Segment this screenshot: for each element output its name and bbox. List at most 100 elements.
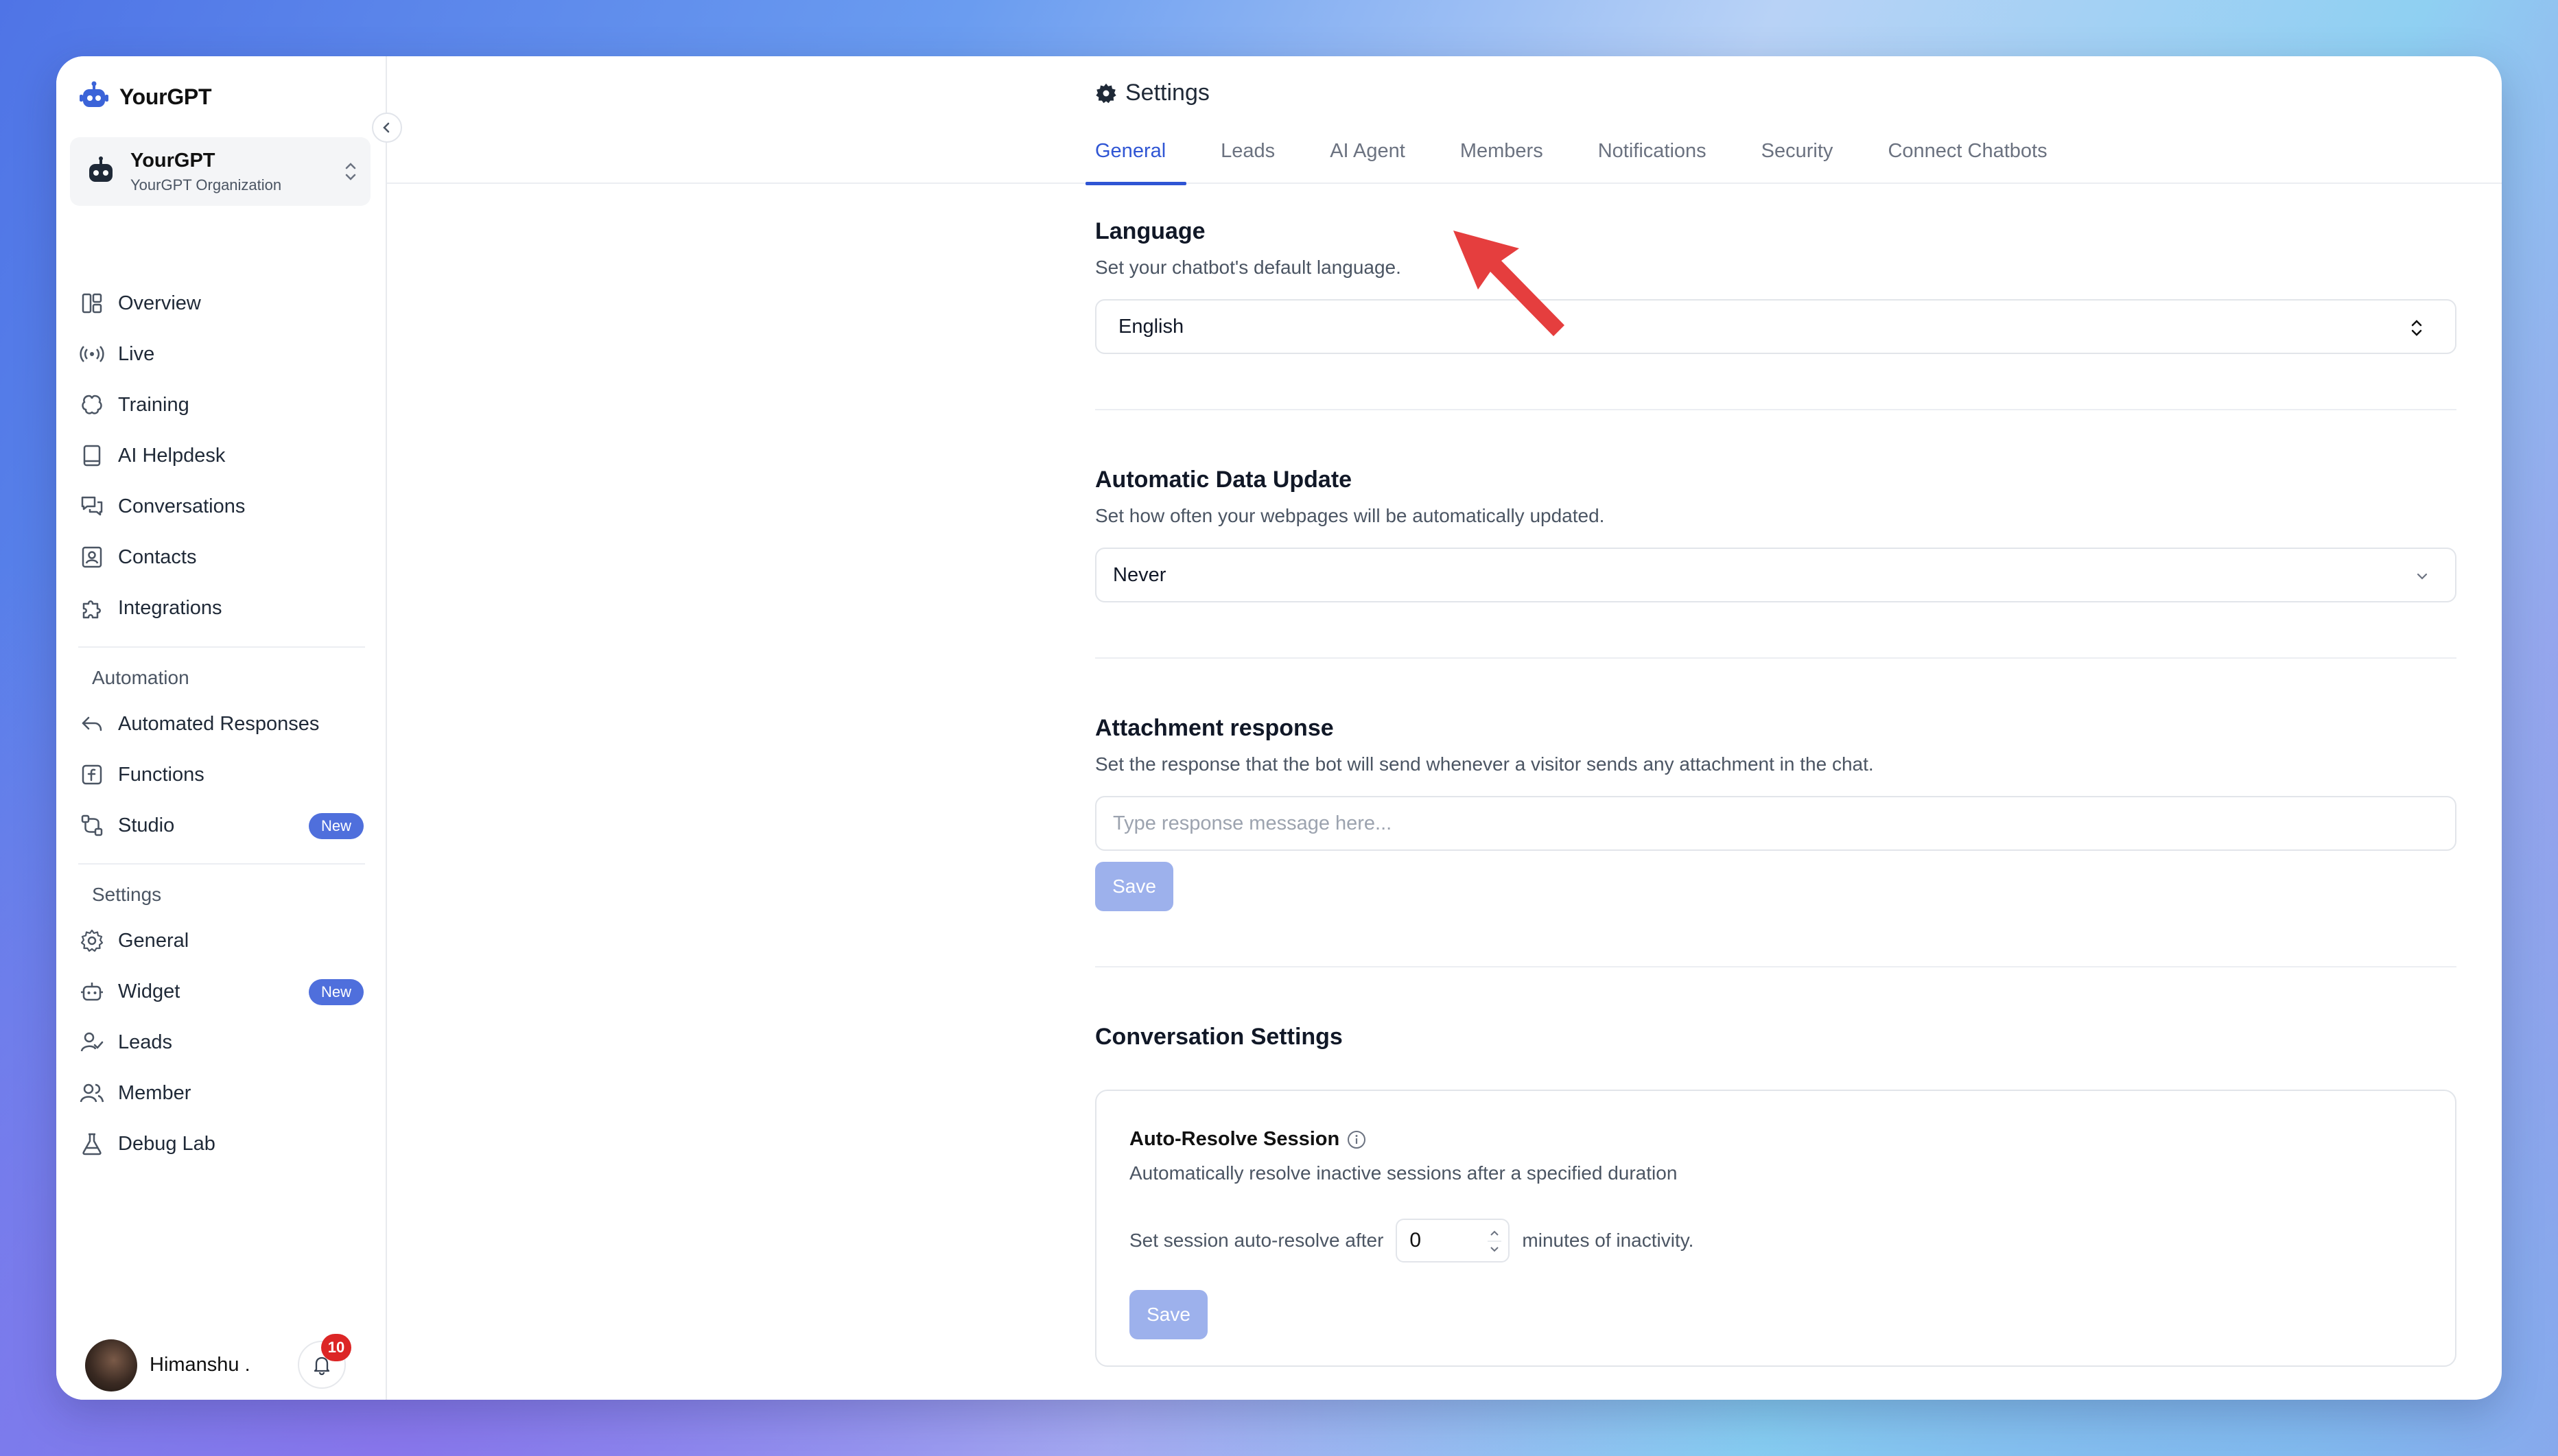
data-update-select[interactable]: Never — [1095, 548, 2456, 602]
settings-tabs: General Leads AI Agent Members Notificat… — [1085, 137, 2102, 185]
sidebar-item-debug-lab[interactable]: Debug Lab — [56, 1123, 387, 1164]
section-divider — [1095, 409, 2456, 410]
data-update-title: Automatic Data Update — [1095, 467, 1352, 493]
broadcast-icon — [80, 346, 104, 362]
data-update-description: Set how often your webpages will be auto… — [1095, 505, 1605, 526]
auto-resolve-prefix: Set session auto-resolve after — [1129, 1230, 1384, 1251]
tab-general[interactable]: General — [1085, 137, 1187, 185]
page-title: Settings — [1095, 80, 1210, 106]
contact-card-icon — [82, 546, 102, 568]
chevron-up-down-icon — [345, 163, 356, 180]
notification-count-badge: 10 — [321, 1334, 351, 1361]
sidebar-item-label: Leads — [118, 1031, 173, 1053]
tab-members[interactable]: Members — [1460, 137, 1543, 184]
tab-connect-chatbots[interactable]: Connect Chatbots — [1888, 137, 2047, 184]
sidebar-item-contacts[interactable]: Contacts — [56, 537, 387, 578]
new-badge: New — [308, 813, 364, 839]
sidebar-item-integrations[interactable]: Integrations — [56, 587, 387, 629]
gear-icon — [1096, 83, 1116, 103]
sidebar-item-functions[interactable]: Functions — [56, 754, 387, 795]
sidebar-item-training[interactable]: Training — [56, 384, 387, 425]
sidebar-item-automated-responses[interactable]: Automated Responses — [56, 703, 387, 744]
avatar[interactable] — [85, 1339, 137, 1392]
auto-resolve-save-button[interactable]: Save — [1129, 1290, 1208, 1339]
app-window: YourGPT YourGPT YourGPT Organization Ove… — [56, 56, 2502, 1400]
tab-leads[interactable]: Leads — [1221, 137, 1275, 184]
sidebar-item-live[interactable]: Live — [56, 333, 387, 375]
organization-switcher[interactable]: YourGPT YourGPT Organization — [70, 137, 371, 206]
auto-resolve-title-text: Auto-Resolve Session — [1129, 1128, 1340, 1150]
auto-resolve-card: Auto-Resolve Session Automatically resol… — [1095, 1090, 2456, 1367]
sidebar-item-member[interactable]: Member — [56, 1072, 387, 1114]
sidebar-item-label: Functions — [118, 764, 204, 786]
sidebar-divider — [78, 646, 365, 648]
tab-notifications[interactable]: Notifications — [1598, 137, 1706, 184]
sidebar-item-label: Studio — [118, 814, 175, 836]
bot-avatar-icon — [84, 155, 117, 188]
brain-icon — [82, 395, 102, 414]
chevron-left-icon — [383, 122, 390, 133]
sidebar-item-label: Member — [118, 1082, 191, 1104]
user-name[interactable]: Himanshu . — [150, 1354, 250, 1376]
chat-bubbles-icon — [81, 496, 103, 516]
sidebar-item-label: General — [118, 930, 189, 952]
sidebar-item-overview[interactable]: Overview — [56, 283, 387, 324]
flask-icon — [82, 1133, 102, 1155]
settings-section-label: Settings — [92, 884, 162, 905]
attachment-response-input[interactable]: Type response message here... — [1095, 796, 2456, 851]
auto-resolve-minutes-value: 0 — [1409, 1229, 1422, 1252]
automation-section-label: Automation — [92, 667, 189, 688]
collapse-sidebar-button[interactable] — [372, 113, 402, 143]
conversation-settings-title: Conversation Settings — [1095, 1024, 1343, 1050]
tab-ai-agent[interactable]: AI Agent — [1330, 137, 1405, 184]
page-header: Settings General Leads AI Agent Members … — [387, 56, 2502, 185]
chevron-up-down-icon — [2411, 320, 2422, 336]
sidebar-item-ai-helpdesk[interactable]: AI Helpdesk — [56, 435, 387, 476]
puzzle-icon — [82, 600, 101, 619]
tab-security[interactable]: Security — [1761, 137, 1833, 184]
reply-icon — [82, 716, 102, 731]
sidebar-item-label: Debug Lab — [118, 1133, 215, 1155]
number-stepper-icon[interactable] — [1486, 1224, 1503, 1258]
gear-icon — [80, 929, 104, 952]
sidebar-item-general[interactable]: General — [56, 920, 387, 961]
sidebar-item-conversations[interactable]: Conversations — [56, 486, 387, 527]
org-name: YourGPT — [130, 149, 215, 172]
main-content: Settings General Leads AI Agent Members … — [387, 56, 2502, 1400]
function-icon — [82, 764, 102, 785]
yourgpt-logo-icon — [80, 81, 108, 107]
language-title: Language — [1095, 218, 1206, 244]
sidebar-item-label: AI Helpdesk — [118, 445, 226, 467]
sidebar-item-label: Automated Responses — [118, 713, 320, 735]
sidebar-item-label: Overview — [118, 292, 201, 314]
sidebar-item-leads[interactable]: Leads — [56, 1022, 387, 1063]
section-divider — [1095, 966, 2456, 967]
sidebar-item-label: Live — [118, 343, 155, 365]
sidebar-item-label: Integrations — [118, 597, 222, 619]
attachment-description: Set the response that the bot will send … — [1095, 753, 1874, 775]
sidebar-item-studio[interactable]: Studio New — [56, 805, 387, 846]
attachment-save-button[interactable]: Save — [1095, 862, 1173, 911]
data-update-value: Never — [1113, 563, 1166, 586]
language-description: Set your chatbot's default language. — [1095, 257, 1401, 278]
auto-resolve-row: Set session auto-resolve after 0 minutes… — [1129, 1219, 1693, 1263]
brand[interactable]: YourGPT — [78, 81, 212, 113]
org-subtitle: YourGPT Organization — [130, 176, 282, 193]
info-icon[interactable] — [1346, 1129, 1367, 1150]
brand-name: YourGPT — [119, 84, 212, 109]
layout-icon — [82, 293, 102, 314]
chevron-down-icon — [2417, 573, 2428, 580]
page-title-text: Settings — [1125, 80, 1210, 106]
attachment-title: Attachment response — [1095, 715, 1334, 741]
auto-resolve-suffix: minutes of inactivity. — [1522, 1230, 1694, 1251]
auto-resolve-minutes-input[interactable]: 0 — [1396, 1219, 1510, 1263]
sidebar-item-widget[interactable]: Widget New — [56, 971, 387, 1012]
users-icon — [80, 1083, 104, 1103]
sidebar-item-label: Training — [118, 394, 189, 416]
book-icon — [83, 445, 101, 467]
sidebar-item-label: Conversations — [118, 495, 246, 517]
sidebar: YourGPT YourGPT YourGPT Organization Ove… — [56, 56, 402, 1400]
auto-resolve-description: Automatically resolve inactive sessions … — [1129, 1162, 1678, 1184]
new-badge: New — [308, 979, 364, 1005]
language-select[interactable]: English — [1095, 299, 2456, 354]
